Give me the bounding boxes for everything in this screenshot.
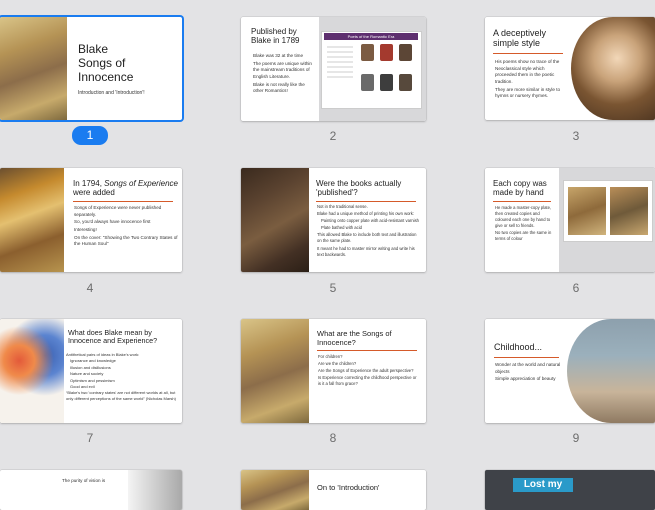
songs-of-innocence-cover-image bbox=[241, 319, 309, 423]
slide-thumbnail-12[interactable]: Lost my bbox=[485, 470, 655, 510]
slide-12-title: Lost my bbox=[513, 478, 573, 492]
slide-8-title: What are the Songs of Innocence? bbox=[317, 329, 392, 347]
slide-3-bullets: His poems show no trace of the Neoclassi… bbox=[495, 59, 561, 99]
slide-11-title: On to 'Introduction' bbox=[317, 483, 380, 492]
slide-3-title: A deceptively simple style bbox=[493, 28, 547, 49]
copy-plate-2 bbox=[610, 187, 648, 235]
slide-number-2[interactable]: 2 bbox=[313, 128, 353, 144]
slide-7-bullets: Antithetical pairs of ideas in Blake's w… bbox=[66, 352, 176, 401]
slide-number-7[interactable]: 7 bbox=[70, 430, 110, 446]
songs-of-innocence-cover-image bbox=[0, 17, 67, 120]
portrait-placeholder bbox=[327, 46, 353, 78]
slide-6-title-rule bbox=[493, 201, 551, 202]
copy-plate-1 bbox=[568, 187, 606, 235]
slide-9-bullets: Wonder at the world and natural objects … bbox=[495, 362, 561, 382]
portrait-6 bbox=[399, 74, 412, 91]
slide-thumbnail-9[interactable]: Childhood... Wonder at the world and nat… bbox=[485, 319, 655, 423]
copper-plate-book-image bbox=[241, 168, 309, 272]
slide-2-title: Published by Blake in 1789 bbox=[251, 27, 300, 46]
slide-10-bullets: The purity of vision is bbox=[62, 478, 106, 483]
slide-2-embedded-slide: Poets of the Romantic Era bbox=[321, 31, 422, 109]
slide-8-title-rule bbox=[317, 350, 417, 351]
slide-4-bullets: Songs of Experience were never published… bbox=[74, 205, 178, 247]
slide-2-inner-title: Poets of the Romantic Era bbox=[324, 33, 418, 40]
portrait-4 bbox=[361, 74, 374, 91]
slide-thumbnail-6[interactable]: Each copy was made by hand He made a mas… bbox=[485, 168, 655, 272]
slide-10-image bbox=[128, 470, 182, 510]
slide-thumbnail-11[interactable]: On to 'Introduction' bbox=[241, 470, 426, 510]
slide-5-title: Were the books actually 'published'? bbox=[316, 179, 402, 198]
slide-thumbnail-10[interactable]: The purity of vision is bbox=[0, 470, 182, 510]
portrait-3 bbox=[399, 44, 412, 61]
slide-4-title-rule bbox=[73, 201, 173, 202]
slide-5-bullets: Not in the traditional sense. Blake had … bbox=[317, 204, 419, 257]
slide-thumbnail-1[interactable]: Blake Songs of Innocence Introduction an… bbox=[0, 17, 182, 120]
slide-thumbnail-8[interactable]: What are the Songs of Innocence? For chi… bbox=[241, 319, 426, 423]
slide-number-3[interactable]: 3 bbox=[556, 128, 596, 144]
slide-9-title-rule bbox=[494, 357, 559, 358]
songs-of-innocence-cover-image bbox=[241, 470, 309, 510]
slide-7-title: What does Blake mean by Innocence and Ex… bbox=[68, 328, 158, 346]
slide-8-bullets: For children? Are we the children? Are t… bbox=[318, 354, 417, 387]
painting-children-image bbox=[571, 17, 655, 120]
slide-4-title: In 1794, Songs of Experience were added bbox=[73, 179, 178, 198]
slide-thumbnail-4[interactable]: In 1794, Songs of Experience were added … bbox=[0, 168, 182, 272]
slide-1-subtitle: Introduction and 'Introduction'! bbox=[78, 90, 145, 96]
child-with-teddy-photo bbox=[567, 319, 655, 423]
songs-of-experience-cover-image bbox=[0, 168, 64, 272]
slide-thumbnail-7[interactable]: What does Blake mean by Innocence and Ex… bbox=[0, 319, 182, 423]
slide-6-title: Each copy was made by hand bbox=[493, 179, 547, 198]
slide-2-bullets: Blake was 32 at the time The poems are u… bbox=[253, 53, 312, 94]
slide-number-6[interactable]: 6 bbox=[556, 280, 596, 296]
slide-number-1[interactable]: 1 bbox=[72, 126, 108, 145]
slide-3-title-rule bbox=[493, 53, 563, 54]
portrait-5 bbox=[380, 74, 393, 91]
slide-number-5[interactable]: 5 bbox=[313, 280, 353, 296]
slide-thumbnail-2[interactable]: Published by Blake in 1789 Blake was 32 … bbox=[241, 17, 426, 121]
slide-number-9[interactable]: 9 bbox=[556, 430, 596, 446]
hand-coloured-copies-image bbox=[563, 180, 653, 242]
slide-number-8[interactable]: 8 bbox=[313, 430, 353, 446]
slide-number-4[interactable]: 4 bbox=[70, 280, 110, 296]
slide-thumbnail-3[interactable]: A deceptively simple style His poems sho… bbox=[485, 17, 655, 120]
slide-1-title: Blake Songs of Innocence bbox=[78, 42, 134, 84]
slide-5-title-rule bbox=[316, 201, 416, 202]
slide-thumbnail-5[interactable]: Were the books actually 'published'? Not… bbox=[241, 168, 426, 272]
portrait-1 bbox=[361, 44, 374, 61]
innocence-experience-tree-image bbox=[0, 319, 64, 423]
slide-6-bullets: He made a master-copy plate, then create… bbox=[495, 205, 552, 242]
portrait-2 bbox=[380, 44, 393, 61]
slide-9-title: Childhood... bbox=[494, 342, 543, 352]
